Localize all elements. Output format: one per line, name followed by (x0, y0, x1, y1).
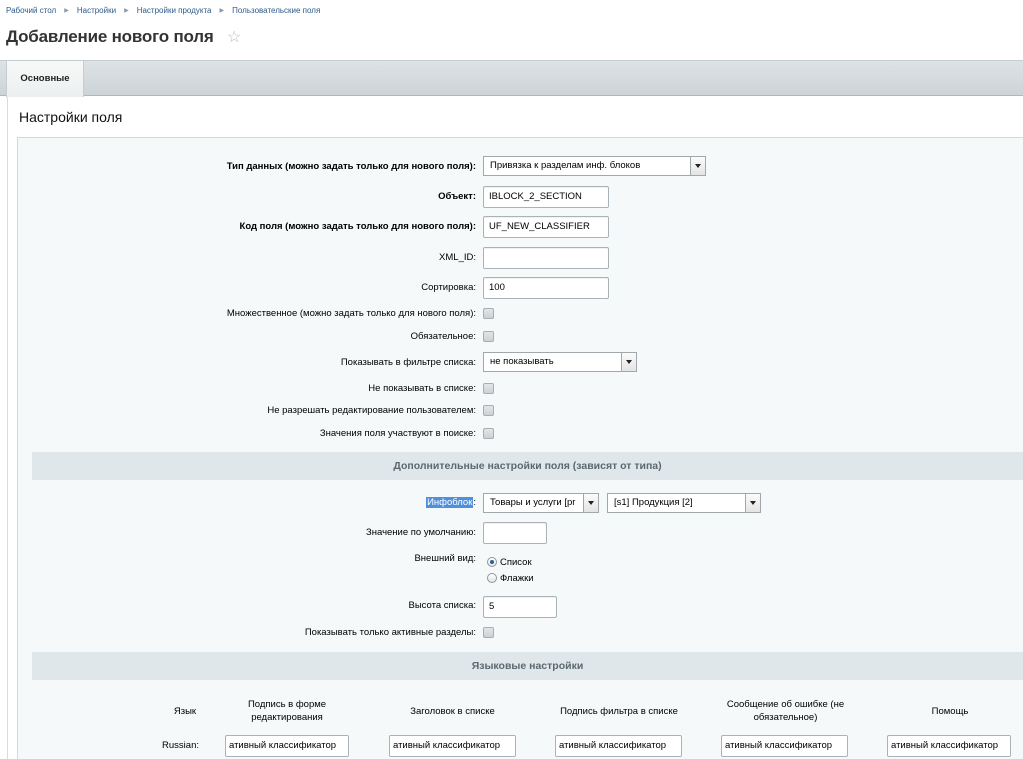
breadcrumb: Рабочий стол ▶ Настройки ▶ Настройки продукт… (6, 6, 320, 18)
hide-in-list-label: Не показывать в списке: (368, 383, 476, 394)
default-value-field[interactable] (483, 522, 547, 544)
iblock-select[interactable]: [s1] Продукция [2] (607, 493, 761, 513)
multiple-label: Множественное (можно задать только для н… (226, 308, 476, 319)
data-type-select[interactable]: Привязка к разделам инф. блоков (483, 156, 706, 176)
col-header-list-title: Заголовок в списке (410, 706, 495, 717)
russian-filter-caption-field[interactable]: ативный классификатор (555, 735, 682, 757)
field-code-field[interactable]: UF_NEW_CLASSIFIER (483, 216, 609, 238)
data-type-label: Тип данных (можно задать только для ново… (226, 161, 476, 172)
data-type-value: Привязка к разделам инф. блоков (490, 160, 641, 171)
required-checkbox[interactable] (483, 331, 494, 342)
search-label: Значения поля участвуют в поиске: (319, 428, 476, 439)
object-label: Объект: (438, 191, 476, 202)
field-code-label: Код поля (можно задать только для нового… (239, 221, 476, 232)
col-header-filter-caption: Подпись фильтра в списке (560, 706, 678, 717)
chevron-down-icon (745, 494, 760, 512)
col-header-edit-caption: Подпись в форме редактирования (247, 699, 327, 723)
iblock-label-colon: : (473, 497, 476, 508)
breadcrumb-item-settings[interactable]: Настройки (77, 6, 116, 15)
object-field[interactable]: IBLOCK_2_SECTION (483, 186, 609, 208)
chevron-down-icon (690, 157, 705, 175)
hide-in-list-checkbox[interactable] (483, 383, 494, 394)
breadcrumb-item-product-settings[interactable]: Настройки продукта (137, 6, 212, 15)
lang-russian-label: Russian: (162, 740, 199, 751)
list-height-label: Высота списка: (408, 600, 476, 611)
language-settings-header: Языковые настройки (32, 652, 1023, 680)
sort-label: Сортировка: (421, 282, 476, 293)
sort-field[interactable]: 100 (483, 277, 609, 299)
russian-list-title-field[interactable]: ативный классификатор (389, 735, 516, 757)
extra-settings-header: Дополнительные настройки поля (зависят о… (32, 452, 1023, 480)
list-height-field[interactable]: 5 (483, 596, 557, 618)
iblock-label: Инфоблок: (426, 497, 476, 508)
view-radio-checkboxes[interactable] (487, 573, 497, 583)
no-edit-label: Не разрешать редактирование пользователе… (267, 405, 476, 416)
filter-value: не показывать (490, 356, 554, 367)
russian-help-field[interactable]: ативный классификатор (887, 735, 1011, 757)
col-header-error-message: Сообщение об ошибке (не обязательное) (726, 699, 845, 723)
breadcrumb-separator-icon: ▶ (64, 8, 69, 14)
default-value-label: Значение по умолчанию: (366, 527, 476, 538)
breadcrumb-item-desktop[interactable]: Рабочий стол (6, 6, 56, 15)
col-header-help: Помощь (931, 706, 969, 717)
russian-edit-caption-field[interactable]: ативный классификатор (225, 735, 349, 757)
no-edit-checkbox[interactable] (483, 405, 494, 416)
tab-main[interactable]: Основные (6, 61, 84, 97)
chevron-down-icon (583, 494, 598, 512)
view-radio-list[interactable] (487, 557, 497, 567)
iblock-value: [s1] Продукция [2] (614, 497, 693, 508)
breadcrumb-separator-icon: ▶ (124, 8, 129, 14)
active-only-label: Показывать только активные разделы: (304, 627, 476, 638)
iblock-label-text: Инфоблок (426, 497, 474, 508)
filter-label: Показывать в фильтре списка: (340, 357, 476, 368)
xml-id-label: XML_ID: (439, 252, 476, 263)
filter-select[interactable]: не показывать (483, 352, 637, 372)
view-label: Внешний вид: (414, 553, 476, 564)
chevron-down-icon (621, 353, 636, 371)
active-only-checkbox[interactable] (483, 627, 494, 638)
col-header-language: Язык (173, 706, 197, 717)
tab-bar: Основные (0, 60, 1023, 97)
favorite-star-icon[interactable]: ☆ (227, 29, 241, 47)
breadcrumb-item-user-fields[interactable]: Пользовательские поля (232, 6, 320, 15)
section-title: Настройки поля (19, 109, 123, 125)
view-option-checkboxes-label: Флажки (500, 573, 534, 584)
required-label: Обязательное: (410, 331, 476, 342)
xml-id-field[interactable] (483, 247, 609, 269)
view-option-list-label: Список (500, 557, 532, 568)
search-checkbox[interactable] (483, 428, 494, 439)
page-title: Добавление нового поля (6, 27, 214, 46)
iblock-type-select[interactable]: Товары и услуги [pr (483, 493, 599, 513)
multiple-checkbox[interactable] (483, 308, 494, 319)
iblock-type-value: Товары и услуги [pr (490, 497, 576, 508)
russian-error-message-field[interactable]: ативный классификатор (721, 735, 848, 757)
breadcrumb-separator-icon: ▶ (219, 8, 225, 14)
